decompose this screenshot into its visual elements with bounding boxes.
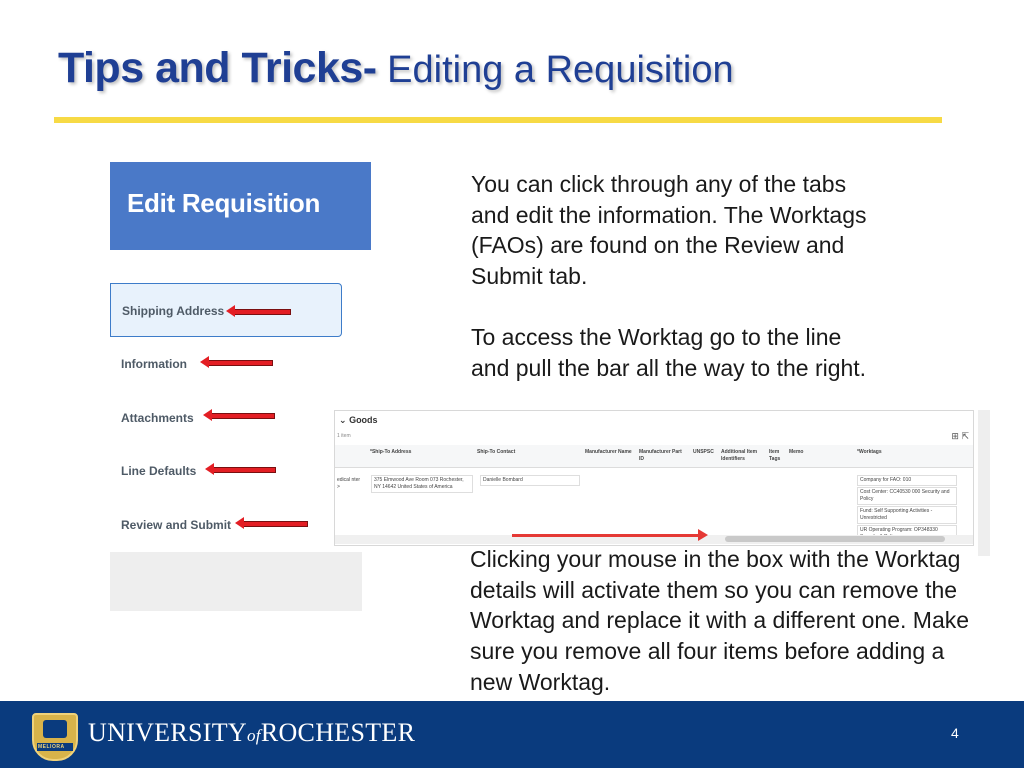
wordmark-university: UNIVERSITY	[88, 718, 247, 747]
instruction-paragraph-2: To access the Worktag go to the line and…	[471, 324, 867, 381]
edit-requisition-screenshot: Edit Requisition Shipping Address Inform…	[110, 162, 371, 611]
wordmark-rochester: ROCHESTER	[260, 718, 416, 747]
goods-screenshot-edge	[978, 410, 990, 556]
wordmark-of: of	[247, 726, 261, 745]
worktag-item[interactable]: Cost Center: CC40530 000 Security and Po…	[857, 487, 957, 505]
expand-icon[interactable]: ⇱	[961, 431, 969, 441]
tab-label: Attachments	[121, 411, 194, 425]
slide-title: Tips and Tricks- Editing a Requisition	[58, 44, 734, 93]
goods-section-title: Goods	[349, 415, 378, 425]
footer-bar: MELIORA UNIVERSITYofROCHESTER 4	[0, 701, 1024, 768]
goods-item-count: 1 item	[337, 433, 351, 439]
arrow-left-icon	[235, 517, 308, 529]
slide-title-bold: Tips and Tricks-	[58, 44, 377, 92]
edit-requisition-title: Edit Requisition	[127, 188, 321, 218]
tab-label: Shipping Address	[122, 304, 225, 318]
column-header: Manufacturer Name	[585, 449, 632, 455]
column-header: Manufacturer Part ID	[639, 449, 682, 462]
ship-to-address-cell[interactable]: 375 Elmwood Ave Room 073 Rochester, NY 1…	[371, 475, 473, 493]
goods-section-header[interactable]: ⌄ Goods	[339, 415, 378, 426]
worktags-cell[interactable]: Company for FAO: 010 Cost Center: CC4053…	[857, 475, 957, 543]
page-number: 4	[951, 725, 959, 741]
column-header: UNSPSC	[693, 449, 714, 455]
chevron-down-icon: ⌄	[339, 415, 347, 425]
university-wordmark: UNIVERSITYofROCHESTER	[88, 718, 415, 748]
edit-requisition-tab-list: Shipping Address Information Attachments…	[110, 250, 371, 552]
scrollbar-thumb[interactable]	[725, 536, 945, 542]
column-header: *Worktags	[857, 449, 882, 455]
tab-label: Review and Submit	[121, 518, 232, 532]
arrow-left-icon	[226, 305, 291, 317]
arrow-left-icon	[203, 409, 275, 421]
worktag-item[interactable]: Fund: Self Supporting Activities - Unres…	[857, 506, 957, 524]
table-cell: edical nter >	[337, 477, 361, 490]
title-divider	[54, 117, 942, 123]
column-header: Item Tags	[769, 449, 781, 462]
column-header: Memo	[789, 449, 804, 455]
slide-title-rest: Editing a Requisition	[376, 49, 734, 91]
arrow-right-icon	[512, 529, 708, 541]
tab-label: Line Defaults	[121, 464, 197, 478]
ship-to-contact-cell[interactable]: Danielle Bombard	[480, 475, 580, 486]
column-header: *Ship-To Address	[370, 449, 412, 455]
column-header: Ship-To Contact	[477, 449, 516, 455]
tab-label: Information	[121, 357, 187, 371]
arrow-left-icon	[200, 356, 273, 368]
university-seal-icon: MELIORA	[32, 713, 78, 761]
worktag-item[interactable]: Company for FAO: 010	[857, 475, 957, 486]
filter-icon[interactable]: ⊞	[951, 431, 959, 441]
goods-table-screenshot: ⌄ Goods 1 item ⊞ ⇱ *Ship-To Address Ship…	[334, 410, 974, 546]
edit-requisition-header: Edit Requisition	[110, 162, 371, 250]
goods-toolbar: ⊞ ⇱	[951, 431, 969, 442]
instruction-paragraph-3: Clicking your mouse in the box with the …	[470, 546, 970, 695]
column-header: Additional Item Identifiers	[721, 449, 758, 462]
instruction-paragraph-1: You can click through any of the tabs an…	[471, 171, 867, 290]
arrow-left-icon	[205, 463, 276, 475]
